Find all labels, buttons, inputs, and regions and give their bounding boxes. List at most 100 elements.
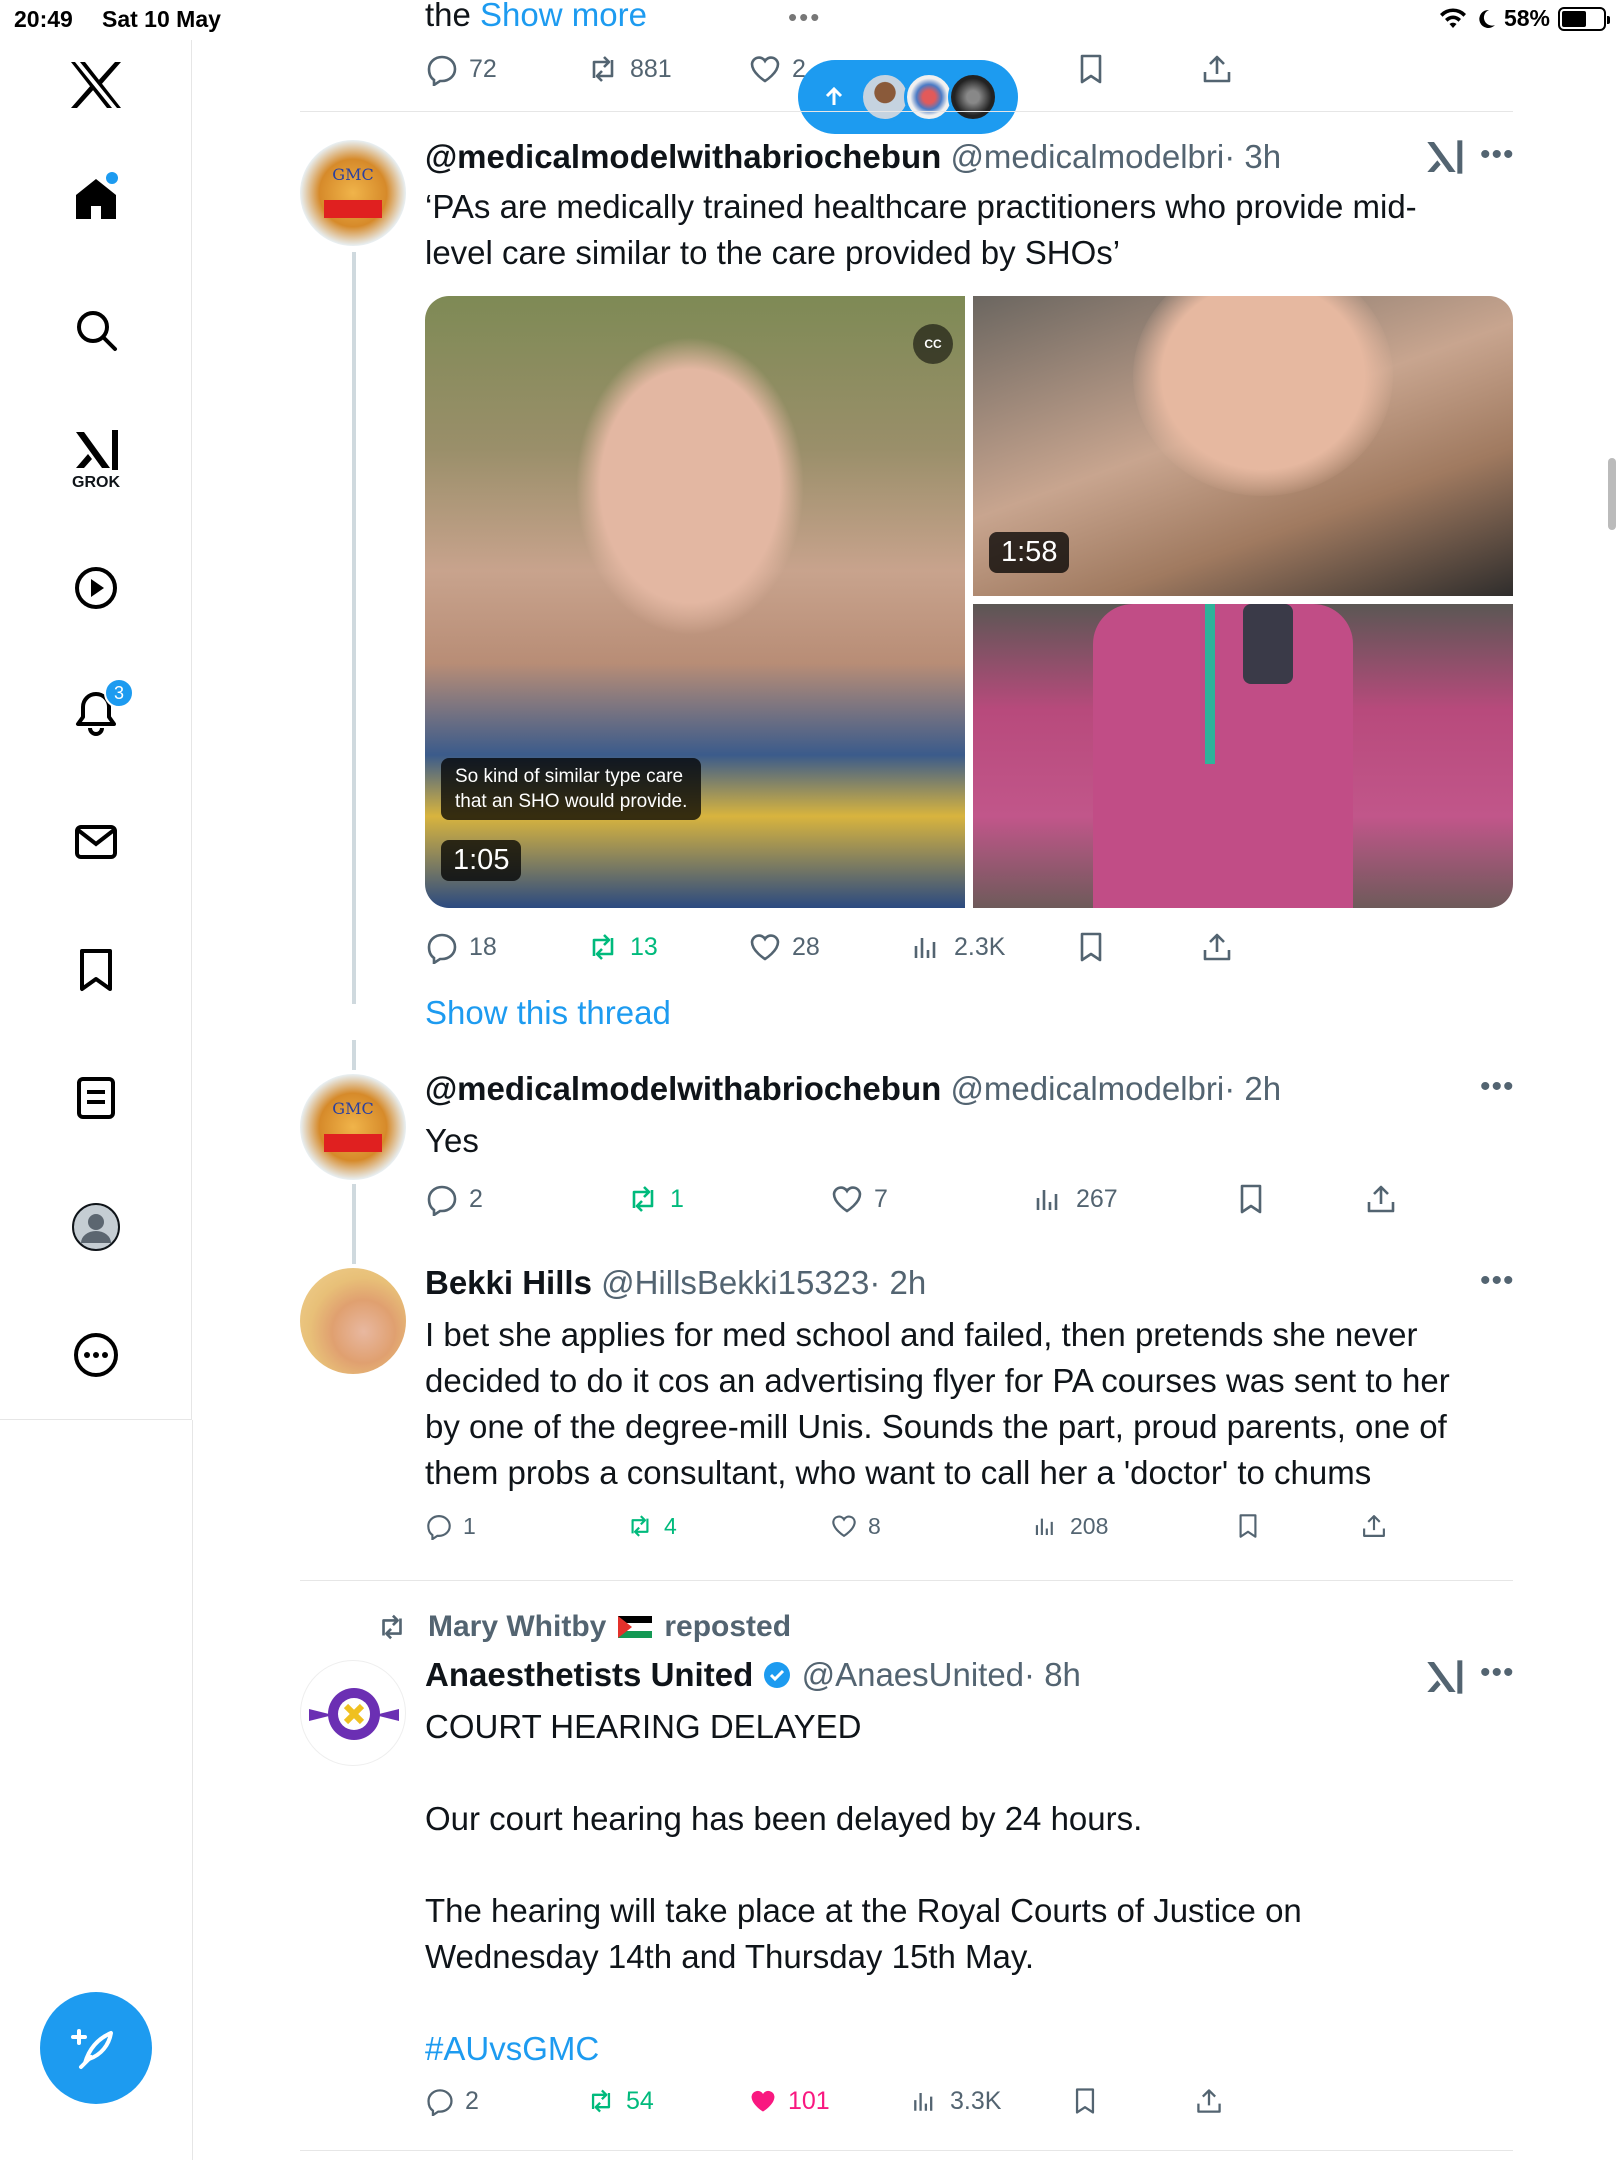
author-handle[interactable]: @HillsBekki15323: [601, 1264, 869, 1301]
search-icon[interactable]: [0, 308, 192, 352]
show-more-link[interactable]: Show more: [480, 0, 647, 33]
views-icon: [1035, 1518, 1053, 1536]
reposted-label: reposted: [664, 1610, 792, 1643]
messages-icon[interactable]: [0, 824, 192, 860]
tweet-text-line: I bet she applies for med school and fai…: [425, 1316, 1418, 1353]
profile-avatar[interactable]: [0, 1202, 192, 1252]
author-name[interactable]: @medicalmodelwithabriochebun: [425, 1070, 941, 1107]
tweet1-media-grid[interactable]: CC So kind of similar type care that an …: [425, 296, 1513, 908]
tweet-text-line: COURT HEARING DELAYED: [425, 1708, 862, 1745]
tweet-time[interactable]: · 8h: [1024, 1656, 1081, 1693]
like-count: 7: [874, 1184, 888, 1213]
share-button[interactable]: [1360, 1512, 1388, 1540]
more-options-icon[interactable]: •••: [1480, 138, 1515, 172]
notifications-badge: 3: [104, 678, 134, 708]
like-button[interactable]: 8: [830, 1512, 881, 1540]
grok-icon[interactable]: [1424, 138, 1464, 176]
reply-button[interactable]: 2: [425, 1182, 483, 1216]
reply-button[interactable]: 2: [425, 2086, 479, 2116]
video-duration: 1:05: [441, 840, 522, 881]
share-button[interactable]: [1200, 52, 1234, 86]
reply-icon: [427, 933, 457, 964]
video-thumbnail[interactable]: 1:58: [973, 296, 1513, 596]
reply-count: 72: [469, 54, 497, 83]
avatar-gmc[interactable]: GMC: [300, 140, 406, 246]
like-count: 101: [788, 2086, 830, 2115]
repost-count: 54: [626, 2086, 654, 2115]
avatar-gmc[interactable]: GMC: [300, 1074, 406, 1180]
share-button[interactable]: [1200, 930, 1234, 964]
bookmark-button[interactable]: [1070, 2086, 1100, 2116]
caption-line: So kind of similar type care: [455, 766, 684, 787]
reply-button[interactable]: 1: [425, 1512, 476, 1540]
heart-icon: [750, 56, 780, 83]
author-name[interactable]: @medicalmodelwithabriochebun: [425, 138, 941, 175]
tweet-text-line: The hearing will take place at the Royal…: [425, 1892, 1302, 1929]
reposted-banner[interactable]: Mary Whitby reposted: [376, 1610, 791, 1644]
x-logo-icon[interactable]: [0, 60, 192, 110]
compose-button[interactable]: [40, 1992, 152, 2104]
views-button[interactable]: 267: [1032, 1182, 1118, 1216]
views-button[interactable]: 208: [1032, 1512, 1108, 1540]
bookmark-button[interactable]: [1074, 52, 1108, 86]
scrollbar-thumb[interactable]: [1608, 458, 1616, 530]
avatar-anaesthetists-united[interactable]: [300, 1660, 406, 1766]
avatar-bekki[interactable]: [300, 1268, 406, 1374]
home-icon[interactable]: [0, 172, 192, 222]
views-button[interactable]: 3.3K: [910, 2086, 1001, 2116]
more-options-icon[interactable]: •••: [1480, 1070, 1515, 1104]
repost-button[interactable]: 1: [626, 1182, 684, 1216]
like-button[interactable]: 7: [830, 1182, 888, 1216]
bookmark-button[interactable]: [1234, 1182, 1268, 1216]
repost-button[interactable]: 4: [626, 1512, 677, 1540]
like-button[interactable]: 28: [748, 930, 820, 964]
video-caption: So kind of similar type care that an SHO…: [441, 758, 702, 820]
new-posts-pill[interactable]: [798, 60, 1018, 134]
show-thread-link[interactable]: Show this thread: [425, 994, 671, 1032]
pill-avatar: [948, 72, 998, 122]
reply-button[interactable]: 18: [425, 930, 497, 964]
photo-thumbnail[interactable]: [973, 604, 1513, 908]
author-handle[interactable]: @AnaesUnited: [802, 1656, 1024, 1693]
repost-count: 13: [630, 932, 658, 961]
repost-button[interactable]: 13: [586, 930, 658, 964]
views-button[interactable]: 2.3K: [910, 930, 1005, 964]
author-handle[interactable]: @medicalmodelbri: [950, 138, 1224, 175]
like-button[interactable]: 2: [748, 52, 806, 86]
tweet-time[interactable]: · 2h: [1224, 1070, 1281, 1107]
bookmarks-icon[interactable]: [0, 948, 192, 992]
reply-button[interactable]: 72: [425, 52, 497, 86]
grok-nav[interactable]: GROK: [0, 428, 192, 492]
tweet-time[interactable]: · 3h: [1224, 138, 1281, 175]
captions-icon[interactable]: CC: [913, 324, 953, 364]
share-button[interactable]: [1194, 2086, 1224, 2116]
more-options-icon[interactable]: •••: [1480, 1264, 1515, 1298]
author-name[interactable]: Anaesthetists United: [425, 1656, 753, 1693]
like-button[interactable]: 101: [748, 2086, 830, 2116]
repost-icon: [382, 1614, 402, 1640]
tweet4-text: COURT HEARING DELAYED Our court hearing …: [425, 1704, 1505, 2072]
tweet1-text: ‘PAs are medically trained healthcare pr…: [425, 184, 1505, 276]
heart-icon: [832, 1515, 856, 1538]
notifications-icon[interactable]: 3: [0, 678, 192, 736]
author-handle[interactable]: @medicalmodelbri: [950, 1070, 1224, 1107]
bookmark-button[interactable]: [1074, 930, 1108, 964]
video-thumbnail[interactable]: CC So kind of similar type care that an …: [425, 296, 965, 908]
like-count: 28: [792, 932, 820, 961]
more-menu-icon[interactable]: [0, 1332, 192, 1378]
repost-button[interactable]: 881: [586, 52, 672, 86]
video-icon[interactable]: [0, 566, 192, 610]
more-options-icon[interactable]: •••: [1480, 1656, 1515, 1690]
tweet-time[interactable]: · 2h: [869, 1264, 926, 1301]
bookmark-button[interactable]: [1234, 1512, 1262, 1540]
repost-button[interactable]: 54: [586, 2086, 654, 2116]
author-name[interactable]: Bekki Hills: [425, 1264, 592, 1301]
multitasking-dots[interactable]: •••: [788, 2, 821, 33]
hashtag-link[interactable]: #AUvsGMC: [425, 2026, 1505, 2072]
share-button[interactable]: [1364, 1182, 1398, 1216]
articles-icon[interactable]: [0, 1076, 192, 1120]
views-count: 208: [1070, 1512, 1109, 1539]
like-count: 8: [868, 1512, 881, 1539]
reply-count: 2: [469, 1184, 483, 1213]
grok-icon[interactable]: [1424, 1658, 1464, 1696]
